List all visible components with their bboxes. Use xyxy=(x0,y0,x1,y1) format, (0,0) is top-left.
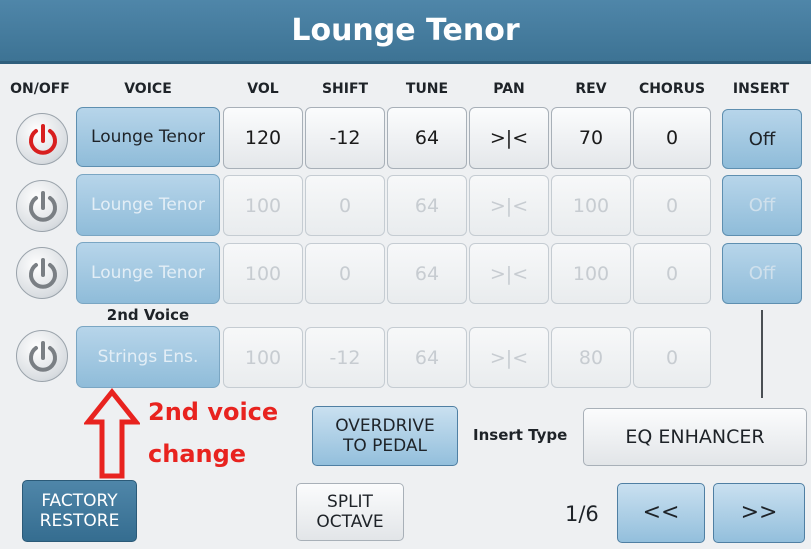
tune-cell-1[interactable]: 64 xyxy=(387,107,467,169)
header-chorus: CHORUS xyxy=(638,81,706,97)
pan-cell-3[interactable]: >|< xyxy=(469,243,549,304)
annotation-line2: change xyxy=(148,440,247,468)
split-octave-button[interactable]: SPLIT OCTAVE xyxy=(296,483,404,541)
chorus-cell-4[interactable]: 0 xyxy=(633,327,711,388)
header-insert: INSERT xyxy=(732,81,790,97)
power-toggle-2[interactable] xyxy=(16,180,68,232)
page-indicator: 1/6 xyxy=(565,502,599,526)
chorus-cell-3[interactable]: 0 xyxy=(633,243,711,304)
factory-line1: FACTORY xyxy=(41,491,118,511)
power-icon xyxy=(29,341,57,372)
header-pan: PAN xyxy=(493,81,525,97)
factory-restore-button[interactable]: FACTORY RESTORE xyxy=(22,480,137,542)
chorus-cell-1[interactable]: 0 xyxy=(633,107,711,169)
vol-cell-4[interactable]: 100 xyxy=(223,327,303,388)
rev-cell-3[interactable]: 100 xyxy=(551,243,631,304)
insert-type-select[interactable]: EQ ENHANCER xyxy=(583,408,807,466)
power-icon xyxy=(29,258,57,289)
rev-cell-1[interactable]: 70 xyxy=(551,107,631,169)
header-shift: SHIFT xyxy=(321,81,369,97)
rev-cell-2[interactable]: 100 xyxy=(551,175,631,236)
overdrive-line1: OVERDRIVE xyxy=(335,416,435,436)
shift-cell-3[interactable]: 0 xyxy=(305,243,385,304)
tune-cell-2[interactable]: 64 xyxy=(387,175,467,236)
insert-button-3[interactable]: Off xyxy=(722,243,802,304)
shift-cell-2[interactable]: 0 xyxy=(305,175,385,236)
next-page-button[interactable]: >> xyxy=(713,483,805,543)
factory-line2: RESTORE xyxy=(39,511,120,531)
rev-cell-4[interactable]: 80 xyxy=(551,327,631,388)
chorus-cell-2[interactable]: 0 xyxy=(633,175,711,236)
header-rev: REV xyxy=(575,81,607,97)
insert-connector-line xyxy=(761,310,763,398)
pan-cell-4[interactable]: >|< xyxy=(469,327,549,388)
shift-cell-4[interactable]: -12 xyxy=(305,327,385,388)
tune-cell-4[interactable]: 64 xyxy=(387,327,467,388)
power-icon xyxy=(29,124,57,155)
insert-button-2[interactable]: Off xyxy=(722,175,802,236)
header-onoff: ON/OFF xyxy=(10,81,70,97)
power-toggle-1[interactable] xyxy=(16,113,68,165)
voice-button-1[interactable]: Lounge Tenor xyxy=(76,107,220,167)
vol-cell-2[interactable]: 100 xyxy=(223,175,303,236)
vol-cell-3[interactable]: 100 xyxy=(223,243,303,304)
shift-cell-1[interactable]: -12 xyxy=(305,107,385,169)
voice-button-3[interactable]: Lounge Tenor xyxy=(76,242,220,304)
vol-cell-1[interactable]: 120 xyxy=(223,107,303,169)
header-voice: VOICE xyxy=(124,81,172,97)
split-line1: SPLIT xyxy=(327,492,373,512)
pan-cell-1[interactable]: >|< xyxy=(469,107,549,169)
page-title: Lounge Tenor xyxy=(291,13,520,48)
prev-page-button[interactable]: << xyxy=(617,483,705,543)
split-line2: OCTAVE xyxy=(316,512,384,532)
header-vol: VOL xyxy=(247,81,279,97)
power-icon xyxy=(29,191,57,222)
up-arrow-icon xyxy=(84,388,140,479)
overdrive-to-pedal-button[interactable]: OVERDRIVE TO PEDAL xyxy=(312,406,458,466)
overdrive-line2: TO PEDAL xyxy=(342,436,428,456)
annotation-line1: 2nd voice xyxy=(148,398,279,426)
power-toggle-3[interactable] xyxy=(16,247,68,299)
insert-button-1[interactable]: Off xyxy=(722,109,802,169)
tune-cell-3[interactable]: 64 xyxy=(387,243,467,304)
pan-cell-2[interactable]: >|< xyxy=(469,175,549,236)
second-voice-label: 2nd Voice xyxy=(106,306,190,324)
voice-button-4[interactable]: Strings Ens. xyxy=(76,326,220,388)
header-tune: TUNE xyxy=(405,81,449,97)
insert-type-label: Insert Type xyxy=(473,426,568,444)
title-bar: Lounge Tenor xyxy=(0,0,811,64)
power-toggle-4[interactable] xyxy=(16,330,68,382)
voice-button-2[interactable]: Lounge Tenor xyxy=(76,174,220,236)
